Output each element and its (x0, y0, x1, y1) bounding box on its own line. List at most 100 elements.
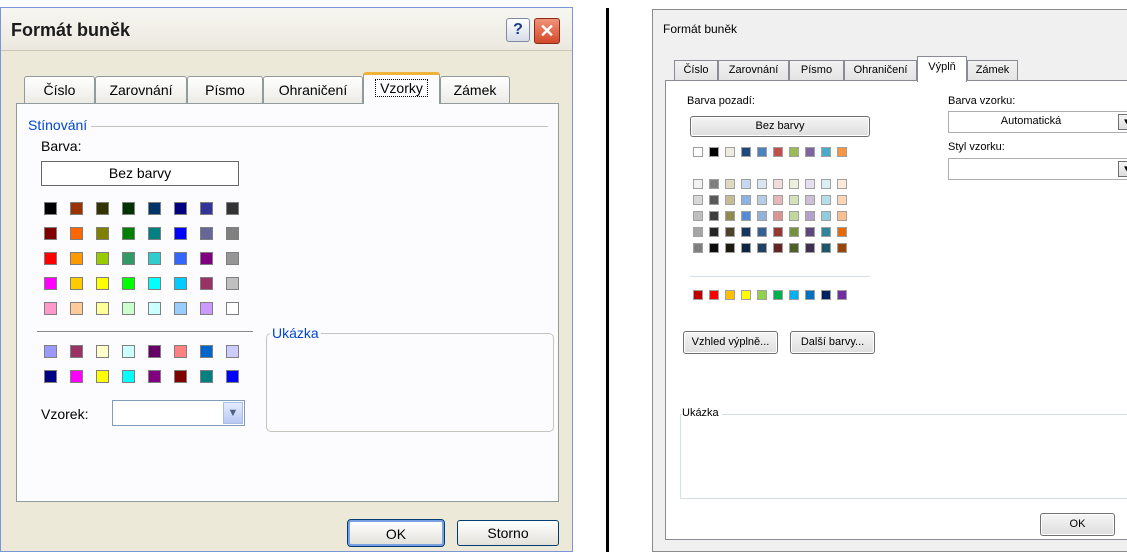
color-swatch[interactable] (226, 227, 239, 240)
color-swatch[interactable] (174, 345, 187, 358)
color-swatch[interactable] (709, 147, 719, 157)
color-swatch[interactable] (44, 302, 57, 315)
color-swatch[interactable] (693, 179, 703, 189)
tab-ohraniceni[interactable]: Ohraničení (844, 60, 917, 81)
pattern-color-dropdown[interactable]: Automatická ▼ (948, 111, 1127, 133)
color-swatch[interactable] (70, 202, 83, 215)
color-swatch[interactable] (693, 290, 703, 300)
color-swatch[interactable] (757, 195, 767, 205)
color-swatch[interactable] (773, 179, 783, 189)
tab-zarovnani[interactable]: Zarovnání (95, 76, 187, 103)
color-swatch[interactable] (226, 345, 239, 358)
no-color-button[interactable]: Bez barvy (690, 116, 870, 137)
color-swatch[interactable] (122, 227, 135, 240)
pattern-style-dropdown[interactable]: ▼ (948, 158, 1127, 180)
color-swatch[interactable] (148, 277, 161, 290)
pattern-dropdown[interactable]: ▼ (112, 400, 245, 426)
color-swatch[interactable] (200, 370, 213, 383)
color-swatch[interactable] (805, 147, 815, 157)
color-swatch[interactable] (200, 277, 213, 290)
color-swatch[interactable] (837, 227, 847, 237)
tab-zamek[interactable]: Zámek (440, 76, 510, 103)
color-swatch[interactable] (821, 195, 831, 205)
color-swatch[interactable] (805, 290, 815, 300)
no-color-button[interactable]: Bez barvy (41, 161, 239, 186)
tab-zamek[interactable]: Zámek (967, 60, 1018, 81)
more-colors-button[interactable]: Další barvy... (790, 331, 875, 354)
color-swatch[interactable] (174, 227, 187, 240)
chevron-down-icon[interactable]: ▼ (1118, 114, 1127, 130)
color-swatch[interactable] (773, 147, 783, 157)
color-swatch[interactable] (805, 211, 815, 221)
color-swatch[interactable] (709, 211, 719, 221)
color-swatch[interactable] (174, 252, 187, 265)
color-swatch[interactable] (805, 227, 815, 237)
color-swatch[interactable] (789, 195, 799, 205)
chevron-down-icon[interactable]: ▼ (223, 402, 243, 424)
color-swatch[interactable] (757, 147, 767, 157)
color-swatch[interactable] (96, 202, 109, 215)
color-swatch[interactable] (709, 227, 719, 237)
cancel-button[interactable]: Storno (457, 520, 559, 546)
color-swatch[interactable] (821, 243, 831, 253)
color-swatch[interactable] (122, 202, 135, 215)
color-swatch[interactable] (96, 227, 109, 240)
help-button[interactable]: ? (506, 18, 530, 42)
color-swatch[interactable] (789, 147, 799, 157)
color-swatch[interactable] (837, 290, 847, 300)
color-swatch[interactable] (693, 243, 703, 253)
color-swatch[interactable] (821, 179, 831, 189)
tab-pismo[interactable]: Písmo (789, 60, 844, 81)
color-swatch[interactable] (174, 302, 187, 315)
color-swatch[interactable] (148, 345, 161, 358)
color-swatch[interactable] (226, 277, 239, 290)
color-swatch[interactable] (44, 227, 57, 240)
tab-ohraniceni[interactable]: Ohraničení (263, 76, 363, 103)
color-swatch[interactable] (837, 243, 847, 253)
color-swatch[interactable] (773, 211, 783, 221)
color-swatch[interactable] (757, 227, 767, 237)
color-swatch[interactable] (725, 179, 735, 189)
color-swatch[interactable] (709, 195, 719, 205)
color-swatch[interactable] (709, 243, 719, 253)
tab-cislo[interactable]: Číslo (24, 76, 95, 103)
color-swatch[interactable] (174, 370, 187, 383)
color-swatch[interactable] (70, 252, 83, 265)
tab-vypln[interactable]: Výplň (917, 56, 967, 82)
color-swatch[interactable] (70, 277, 83, 290)
color-swatch[interactable] (773, 243, 783, 253)
color-swatch[interactable] (96, 302, 109, 315)
color-swatch[interactable] (741, 243, 751, 253)
color-swatch[interactable] (693, 147, 703, 157)
color-swatch[interactable] (789, 290, 799, 300)
color-swatch[interactable] (174, 277, 187, 290)
color-swatch[interactable] (200, 302, 213, 315)
color-swatch[interactable] (44, 345, 57, 358)
color-swatch[interactable] (122, 370, 135, 383)
color-swatch[interactable] (805, 243, 815, 253)
color-swatch[interactable] (148, 302, 161, 315)
color-swatch[interactable] (122, 252, 135, 265)
color-swatch[interactable] (693, 211, 703, 221)
color-swatch[interactable] (96, 370, 109, 383)
color-swatch[interactable] (741, 227, 751, 237)
color-swatch[interactable] (174, 202, 187, 215)
color-swatch[interactable] (725, 195, 735, 205)
color-swatch[interactable] (837, 211, 847, 221)
color-swatch[interactable] (226, 302, 239, 315)
color-swatch[interactable] (821, 227, 831, 237)
color-swatch[interactable] (741, 147, 751, 157)
color-swatch[interactable] (773, 195, 783, 205)
color-swatch[interactable] (44, 277, 57, 290)
color-swatch[interactable] (837, 179, 847, 189)
color-swatch[interactable] (821, 290, 831, 300)
tab-zarovnani[interactable]: Zarovnání (718, 60, 789, 81)
color-swatch[interactable] (226, 202, 239, 215)
color-swatch[interactable] (757, 243, 767, 253)
color-swatch[interactable] (200, 345, 213, 358)
color-swatch[interactable] (837, 195, 847, 205)
color-swatch[interactable] (44, 370, 57, 383)
color-swatch[interactable] (70, 370, 83, 383)
color-swatch[interactable] (741, 290, 751, 300)
color-swatch[interactable] (757, 179, 767, 189)
